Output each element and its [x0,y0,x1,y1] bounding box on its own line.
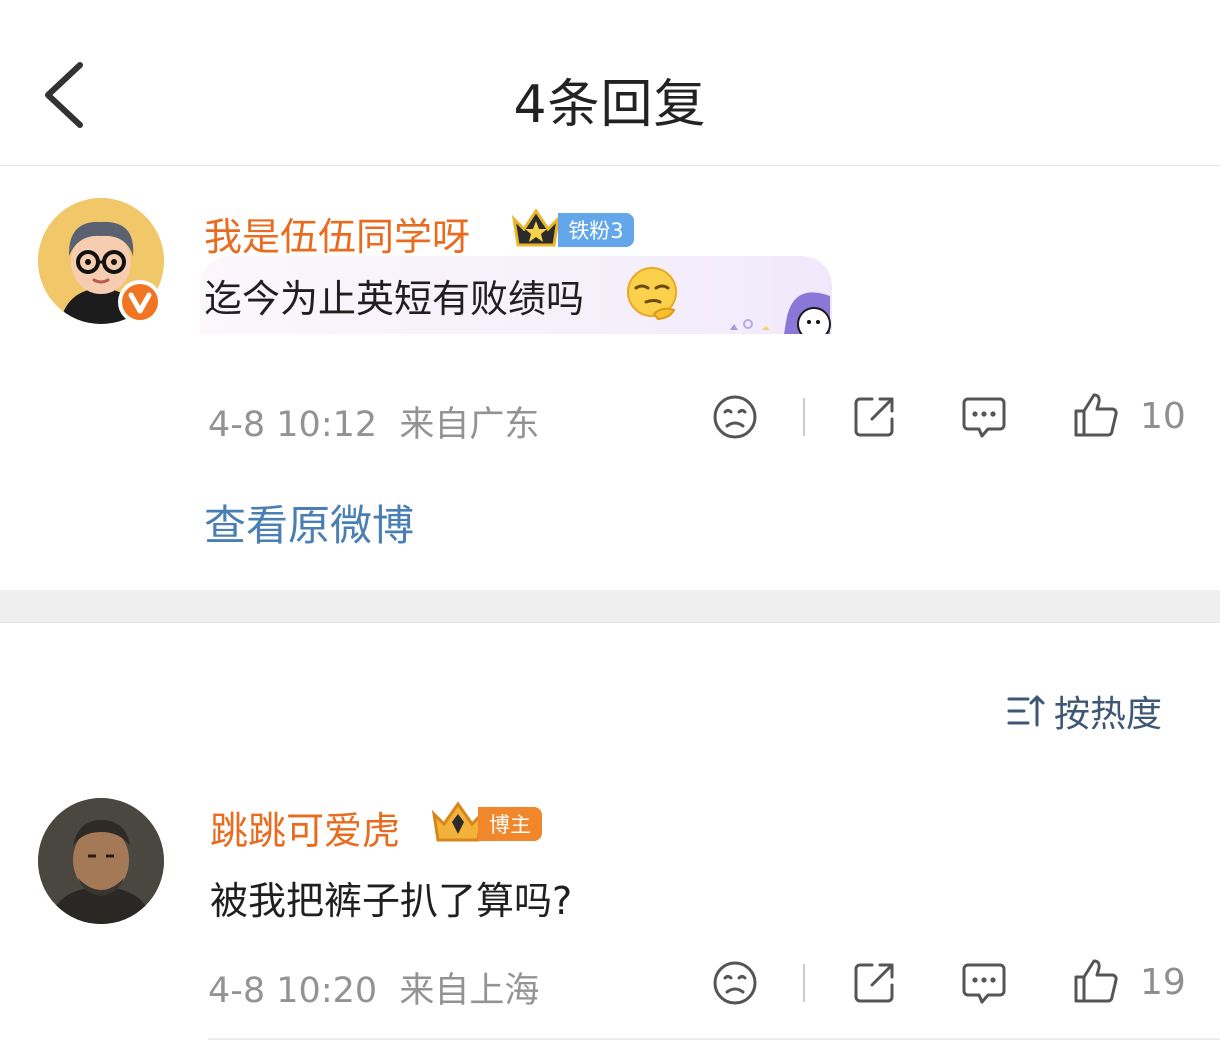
like-icon[interactable] [1072,957,1120,1005]
action-divider [803,398,805,436]
comment-icon[interactable] [960,393,1008,441]
comment-time: 4-8 10:20 [208,971,378,1011]
top-bar: 4条回复 [0,0,1220,166]
comment-meta: 4-8 10:12 来自广东 [208,396,539,447]
dislike-face-icon[interactable] [711,393,759,441]
sort-icon [1007,695,1045,727]
action-divider [803,964,805,1002]
share-icon[interactable] [850,393,898,441]
page-title: 4条回复 [513,75,707,135]
comment-replies-page: 4条回复 我是伍伍同学呀 铁粉3 迄今为止英短有败绩吗 4-8 10:12 来自… [0,0,1220,1043]
comment-icon[interactable] [960,959,1008,1007]
username[interactable]: 我是伍伍同学呀 [204,206,470,261]
host-badge: 博主 [478,807,542,841]
avatar[interactable] [38,798,164,924]
verified-v-icon [118,280,162,324]
like-count: 10 [1140,396,1186,437]
avatar-image [38,798,164,924]
comment-location: 来自上海 [399,971,540,1011]
section-divider [0,590,1220,623]
sort-label: 按热度 [1054,694,1163,735]
username[interactable]: 跳跳可爱虎 [210,800,400,855]
fan-badge: 铁粉3 [558,213,634,247]
reply-divider [208,1038,1220,1040]
crown-icon [511,208,561,247]
comment-time: 4-8 10:12 [208,405,378,445]
view-original-link[interactable]: 查看原微博 [204,492,414,553]
decorative-sticker-icon [730,292,831,334]
share-icon[interactable] [850,959,898,1007]
dislike-face-icon[interactable] [711,959,759,1007]
comment-text: 被我把裤子扒了算吗? [210,879,573,923]
like-icon[interactable] [1072,391,1120,439]
comment-text: 迄今为止英短有败绩吗 [204,277,585,321]
sort-toggle[interactable]: 按热度 [1006,686,1162,736]
comment-location: 来自广东 [399,405,540,445]
like-count: 19 [1140,962,1186,1003]
thinking-face-emoji [627,267,677,320]
comment-meta: 4-8 10:20 来自上海 [208,962,539,1013]
